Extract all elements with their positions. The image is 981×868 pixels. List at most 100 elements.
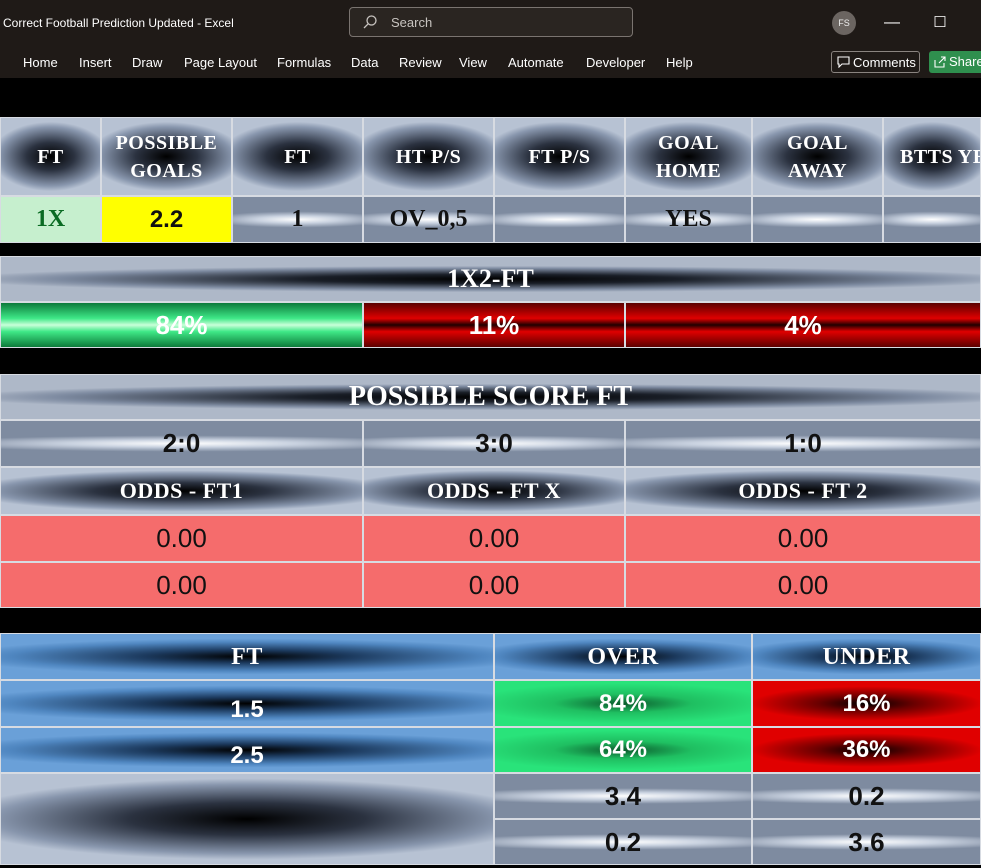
score-3[interactable]: 1:0 xyxy=(625,420,981,467)
tab-page-layout[interactable]: Page Layout xyxy=(184,55,257,70)
score-3-text: 1:0 xyxy=(784,428,822,458)
header-goal-away[interactable]: GOAL AWAY xyxy=(752,117,883,196)
tab-developer[interactable]: Developer xyxy=(586,55,645,70)
value-goal-home[interactable]: YES xyxy=(625,196,752,243)
ou-line-2-5[interactable]: 2.5 xyxy=(0,727,494,773)
header-ht-ps[interactable]: HT P/S xyxy=(363,117,494,196)
ou-header-under-text: UNDER xyxy=(822,643,911,670)
ou-line-1-5-text: 1.5 xyxy=(230,695,264,723)
maximize-icon: ☐ xyxy=(933,14,947,31)
value-goal-away[interactable] xyxy=(752,196,883,243)
odds-header-ft1[interactable]: ODDS - FT1 xyxy=(0,467,363,515)
tab-formulas[interactable]: Formulas xyxy=(277,55,331,70)
score-1[interactable]: 2:0 xyxy=(0,420,363,467)
under-extra-2-text: 3.6 xyxy=(848,826,885,857)
odds-ft2-row1[interactable]: 0.00 xyxy=(625,515,981,562)
header-ft-2[interactable]: FT xyxy=(232,117,363,196)
score-2-text: 3:0 xyxy=(475,428,513,458)
share-icon xyxy=(934,56,946,68)
under-2-5-percent-text: 36% xyxy=(842,736,891,763)
over-1-5-percent[interactable]: 84% xyxy=(494,680,752,727)
odds-ft1-row2[interactable]: 0.00 xyxy=(0,562,363,608)
under-1-5-percent[interactable]: 16% xyxy=(752,680,981,727)
tab-help[interactable]: Help xyxy=(666,55,693,70)
header-ft-ps[interactable]: FT P/S xyxy=(494,117,625,196)
comments-button[interactable]: Comments xyxy=(831,51,920,73)
value-ft-2-text: 1 xyxy=(291,206,304,232)
header-btts[interactable]: BTTS YE xyxy=(883,117,981,196)
over-1-5-percent-text: 84% xyxy=(598,689,648,717)
under-extra-1[interactable]: 0.2 xyxy=(752,773,981,819)
odds-ft2-row1-text: 0.00 xyxy=(777,523,829,553)
over-extra-1[interactable]: 3.4 xyxy=(494,773,752,819)
under-extra-2[interactable]: 3.6 xyxy=(752,819,981,865)
value-ht-ps-text: OV_0,5 xyxy=(389,206,468,232)
odds-ft1-row1[interactable]: 0.00 xyxy=(0,515,363,562)
over-extra-2[interactable]: 0.2 xyxy=(494,819,752,865)
odds-ft1-row2-text: 0.00 xyxy=(156,569,207,600)
tab-data[interactable]: Data xyxy=(351,55,378,70)
ou-header-under[interactable]: UNDER xyxy=(752,633,981,680)
comments-label: Comments xyxy=(853,55,916,70)
title-bar: Correct Football Prediction Updated - Ex… xyxy=(0,0,981,47)
tab-automate[interactable]: Automate xyxy=(508,55,564,70)
tab-view[interactable]: View xyxy=(459,55,487,70)
share-button[interactable]: Share xyxy=(929,51,981,73)
header-goal-home[interactable]: GOAL HOME xyxy=(625,117,752,196)
tab-draw[interactable]: Draw xyxy=(132,55,162,70)
section-title-1x2-ft[interactable]: 1X2-FT xyxy=(0,256,981,302)
value-btts[interactable] xyxy=(883,196,981,243)
tab-insert[interactable]: Insert xyxy=(79,55,112,70)
search-placeholder: Search xyxy=(391,15,433,30)
tab-review[interactable]: Review xyxy=(399,55,442,70)
section-title-1x2-ft-text: 1X2-FT xyxy=(447,264,534,293)
odds-ftx-row2-text: 0.00 xyxy=(468,569,520,600)
maximize-button[interactable]: ☐ xyxy=(926,10,954,36)
under-1-5-percent-text: 16% xyxy=(842,689,891,717)
odds-header-ft2[interactable]: ODDS - FT 2 xyxy=(625,467,981,515)
window-title: Correct Football Prediction Updated - Ex… xyxy=(3,16,234,30)
share-label: Share xyxy=(949,54,981,69)
tab-home[interactable]: Home xyxy=(23,55,58,70)
odds-header-ft1-text: ODDS - FT1 xyxy=(119,478,244,503)
value-ft-text: 1X xyxy=(35,206,66,232)
ou-header-ft[interactable]: FT xyxy=(0,633,494,680)
odds-ftx-row1[interactable]: 0.00 xyxy=(363,515,625,562)
home-win-percent[interactable]: 84% xyxy=(0,302,363,348)
value-ft-ps[interactable] xyxy=(494,196,625,243)
minimize-icon: — xyxy=(884,14,900,31)
home-win-percent-text: 84% xyxy=(155,309,208,340)
value-ft[interactable]: 1X xyxy=(0,196,101,243)
score-2[interactable]: 3:0 xyxy=(363,420,625,467)
ou-line-2-5-text: 2.5 xyxy=(230,742,264,769)
value-ft-2[interactable]: 1 xyxy=(232,196,363,243)
ou-header-over[interactable]: OVER xyxy=(494,633,752,680)
avatar[interactable]: FS xyxy=(832,11,856,35)
header-possible-goals-label: POSSIBLE GOALS xyxy=(115,131,218,182)
value-ht-ps[interactable]: OV_0,5 xyxy=(363,196,494,243)
score-1-text: 2:0 xyxy=(162,428,201,458)
header-ft[interactable]: FT xyxy=(0,117,101,196)
away-win-percent[interactable]: 4% xyxy=(625,302,981,348)
value-possible-goals[interactable]: 2.2 xyxy=(101,196,232,243)
ou-line-1-5[interactable]: 1.5 xyxy=(0,680,494,727)
odds-header-ftx[interactable]: ODDS - FT X xyxy=(363,467,625,515)
header-btts-label: BTTS YE xyxy=(900,145,981,168)
ou-merged-blank-cell[interactable] xyxy=(0,773,494,865)
over-2-5-percent[interactable]: 64% xyxy=(494,727,752,773)
over-extra-1-text: 3.4 xyxy=(604,780,642,811)
section-title-possible-score[interactable]: POSSIBLE SCORE FT xyxy=(0,374,981,420)
odds-ftx-row2[interactable]: 0.00 xyxy=(363,562,625,608)
search-box[interactable]: Search xyxy=(349,7,633,37)
header-goal-away-label: GOAL AWAY xyxy=(787,131,848,182)
minimize-button[interactable]: — xyxy=(878,10,906,36)
under-2-5-percent[interactable]: 36% xyxy=(752,727,981,773)
section-title-possible-score-text: POSSIBLE SCORE FT xyxy=(348,381,633,412)
header-ht-ps-label: HT P/S xyxy=(395,145,462,168)
header-possible-goals[interactable]: POSSIBLE GOALS xyxy=(101,117,232,196)
odds-ft2-row2[interactable]: 0.00 xyxy=(625,562,981,608)
header-ft-ps-label: FT P/S xyxy=(528,145,591,168)
draw-percent[interactable]: 11% xyxy=(363,302,625,348)
ou-header-over-text: OVER xyxy=(587,643,659,670)
header-ft-2-label: FT xyxy=(284,145,311,168)
